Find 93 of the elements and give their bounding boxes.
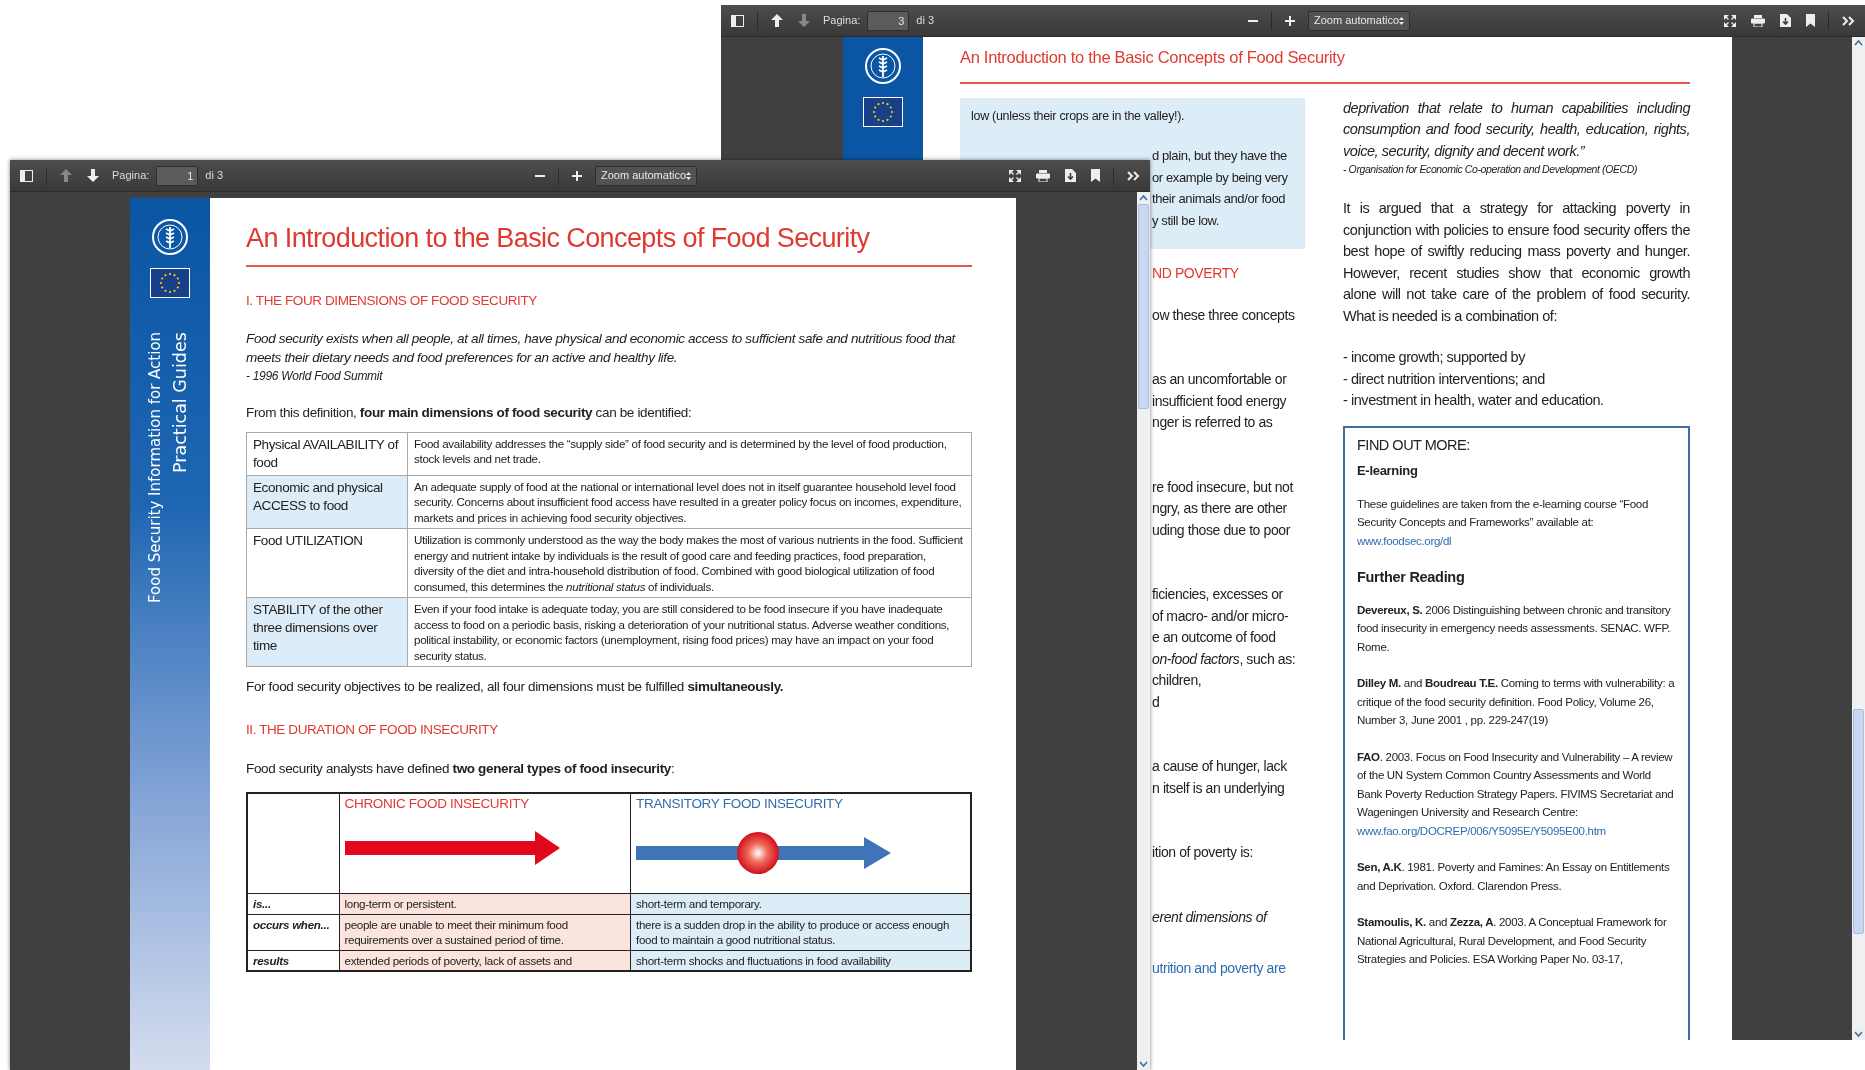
- reference-text: Devereux, S. 2006 Distinguishing between chronic and transitory food insecurity in emergency needs assessments. SENAC. WFP. Rome.: [1357, 603, 1671, 653]
- reference-text: Stamoulis, K. and Zezza, A. 2003. A Conceptual Framework for National Agricultural, Rural Development, and Food Security Strategies and Policies. ESA Working Paper No. 03-17,: [1357, 916, 1667, 966]
- star-flag-icon: [150, 268, 190, 298]
- table-cell: is...: [247, 893, 339, 914]
- quote: deprivation that relate to human capabilities including consumption and food security, health, education, rights, voice, security, dignity and decent work.”: [1343, 98, 1690, 161]
- quote-source: - Organisation for Economic Co-operation and Development (OECD): [1343, 162, 1639, 177]
- page-title: An Introduction to the Basic Concepts of Food Security: [246, 218, 972, 267]
- printer-icon: [1751, 14, 1765, 27]
- table-cell: there is a sudden drop in the ability to produce or access enough food to maintain a good nutritional status.: [630, 914, 971, 950]
- reference-text: Dilley M. and Boudreau T.E. Coming to terms with vulnerability: a critique of the food security definition. Food Policy, Volume 26, Number 3, June 2001 , pp. 229-247(19): [1357, 677, 1675, 727]
- plus-icon: [572, 170, 583, 181]
- paragraph: as an uncomfortable or insufficient food energy nger is referred to as: [1152, 370, 1288, 433]
- page-label: Pagina:: [112, 168, 150, 184]
- subheading: E-learning: [1357, 462, 1419, 481]
- zoom-select[interactable]: Zoom automatico: [595, 165, 698, 186]
- table-cell: Economic and physical ACCESS to food: [246, 475, 408, 529]
- down-arrow-icon: [798, 14, 810, 27]
- scrollbar-thumb[interactable]: [1853, 709, 1864, 934]
- page-title: An Introduction to the Basic Concepts of Food Security: [960, 45, 1690, 84]
- expand-icon: [1009, 169, 1021, 182]
- box-title: FIND OUT MORE:: [1357, 435, 1471, 455]
- section-heading: ND POVERTY: [1152, 264, 1240, 284]
- paragraph: ition of poverty is:: [1152, 843, 1254, 863]
- table-cell: short-term and temporary.: [630, 893, 971, 914]
- download-icon: [1065, 169, 1076, 182]
- emblem-logo-icon: [151, 218, 189, 256]
- up-arrow-icon: [771, 14, 783, 27]
- section-heading: I. THE FOUR DIMENSIONS OF FOOD SECURITY: [246, 291, 538, 310]
- plus-icon: [1285, 15, 1296, 26]
- definition-quote: Food security exists when all people, at all times, have physical and economic access to sufficient safe and nutritious food that meets their dietary needs and food preferences for an active and healthy life.: [246, 329, 957, 367]
- paragraph: Food security analysts have defined two general types of food insecurity:: [246, 759, 676, 778]
- page-label: Pagina:: [823, 13, 861, 29]
- expand-icon: [1724, 14, 1736, 27]
- caret-icon: [686, 171, 692, 180]
- double-chevron-icon: [1127, 170, 1140, 181]
- zoom-select[interactable]: Zoom automatico: [1308, 10, 1411, 31]
- bookmark-icon: [1091, 169, 1100, 182]
- down-arrow-icon: [87, 169, 99, 182]
- column-heading: CHRONIC FOOD INSECURITY: [344, 795, 530, 811]
- table-cell: extended periods of poverty, lack of assets and: [339, 950, 631, 971]
- table-cell: Utilization is commonly understood as the way the body makes the most of various nutrients in the food. Sufficient energy and nutrient intake by individuals is the result of good care and feeding practices, food preparation, diversity of the diet and intra-household distribution of food. Combined with good biological utilization of food consumed, this determines the nutritional status of individuals.: [407, 528, 972, 598]
- minus-icon: [1248, 19, 1259, 22]
- scrollbar-thumb[interactable]: [1138, 204, 1149, 409]
- paragraph: re food insecure, but not ngry, as there are other uding those due to poor: [1152, 477, 1295, 540]
- paragraph: ow these three concepts: [1152, 305, 1296, 325]
- list-item: - income growth; supported by: [1343, 348, 1527, 368]
- emblem-logo-icon: [864, 47, 902, 85]
- list-item: - investment in health, water and education.: [1343, 391, 1605, 411]
- star-flag-icon: [863, 97, 903, 127]
- link[interactable]: www.foodsec.org/dl: [1357, 534, 1452, 547]
- vertical-title: Food Security Information for Action: [144, 332, 165, 606]
- paragraph: a cause of hunger, lack n itself is an underlying: [1152, 757, 1288, 798]
- download-icon: [1780, 14, 1791, 27]
- box-text: low (unless their crops are in the valley!).: [971, 107, 1186, 125]
- list-item: - direct nutrition interventions; and: [1343, 369, 1546, 389]
- paragraph: From this definition, four main dimensions of food security can be identified:: [246, 403, 693, 422]
- table-cell: Even if your food intake is adequate today, you are still considered to be food insecure if you have inadequate access to food on a periodic basis, risking a deterioration of your nutritional status. Adverse weather conditions, political instability, or economic factors (unemployment, rising food prices) may have an impact on your food security status.: [407, 597, 972, 667]
- section-heading: II. THE DURATION OF FOOD INSECURITY: [246, 721, 499, 740]
- paragraph: ficiencies, excesses or of macro- and/or micro- e an outcome of food on-food factors, such as: children, d: [1152, 585, 1297, 712]
- caret-icon: [1399, 16, 1405, 25]
- table-cell: Food UTILIZATION: [246, 528, 408, 598]
- printer-icon: [1036, 169, 1050, 182]
- sidebar-icon: [731, 14, 744, 27]
- paragraph: For food security objectives to be realized, all four dimensions must be fulfilled simultaneously.: [246, 678, 785, 697]
- table-cell: STABILITY of the other three dimensions over time: [246, 597, 408, 667]
- minus-icon: [535, 174, 546, 177]
- double-chevron-icon: [1842, 15, 1855, 26]
- table-cell: long-term or persistent.: [339, 893, 631, 914]
- link[interactable]: www.fao.org/DOCREP/006/Y5095E/Y5095E00.htm: [1357, 824, 1606, 837]
- bookmark-icon: [1806, 14, 1815, 27]
- paragraph: It is argued that a strategy for attacking poverty in conjunction with policies to ensure food security offers the best hope of swiftly reducing mass poverty and hunger. However, recent studies show that economic growth alone will not take care of the problem of food security. What is needed is a combination of:: [1343, 199, 1690, 326]
- paragraph: These guidelines are taken from the e-learning course “Food Security Concepts and Frameworks” available at:: [1357, 497, 1649, 529]
- link[interactable]: utrition and poverty are: [1152, 958, 1305, 980]
- table-cell: Physical AVAILABILITY of food: [246, 432, 408, 476]
- column-heading: TRANSITORY FOOD INSECURITY: [636, 795, 844, 811]
- up-arrow-icon: [60, 169, 72, 182]
- page-total-label: di 3: [205, 168, 224, 184]
- subheading: Further Reading: [1357, 568, 1466, 587]
- table-cell: short-term shocks and fluctuations in food availability: [630, 950, 971, 971]
- vertical-title: Practical Guides: [168, 332, 191, 475]
- page-number-field[interactable]: 3: [867, 10, 910, 31]
- table-cell: people are unable to meet their minimum food requirements over a sustained period of time.: [339, 914, 631, 950]
- table-cell: Food availability addresses the “supply side” of food security and is determined by the level of food production, stock levels and net trade.: [407, 432, 972, 476]
- page-number-field[interactable]: 1: [156, 165, 199, 186]
- page-total-label: di 3: [916, 13, 935, 29]
- table-cell: An adequate supply of food at the national or international level does not in itself guarantee household level food security. Concerns about insufficient food access have resulted in a greater policy focus on incomes, expenditure, markets and prices in achieving food security objectives.: [407, 475, 972, 529]
- table-cell: occurs when...: [247, 914, 339, 950]
- quote-source: - 1996 World Food Summit: [246, 367, 384, 385]
- reference-text: FAO. 2003. Focus on Food Insecurity and Vulnerability – A review of the UN System Common Country Assessments and World Bank Poverty Reduction Strategy Papers. FIVIMS Secretariat and Wageningen University and Research Centre:: [1357, 750, 1674, 819]
- reference-text: Sen, A.K. 1981. Poverty and Famines: An Essay on Entitlements and Deprivation. Oxford. Clarendon Press.: [1357, 861, 1670, 892]
- box-text: d plain, but they have the or example by being very their animals and/or food y still be low.: [1152, 147, 1289, 230]
- sidebar-icon: [20, 169, 33, 182]
- paragraph: erent dimensions of: [1152, 907, 1269, 927]
